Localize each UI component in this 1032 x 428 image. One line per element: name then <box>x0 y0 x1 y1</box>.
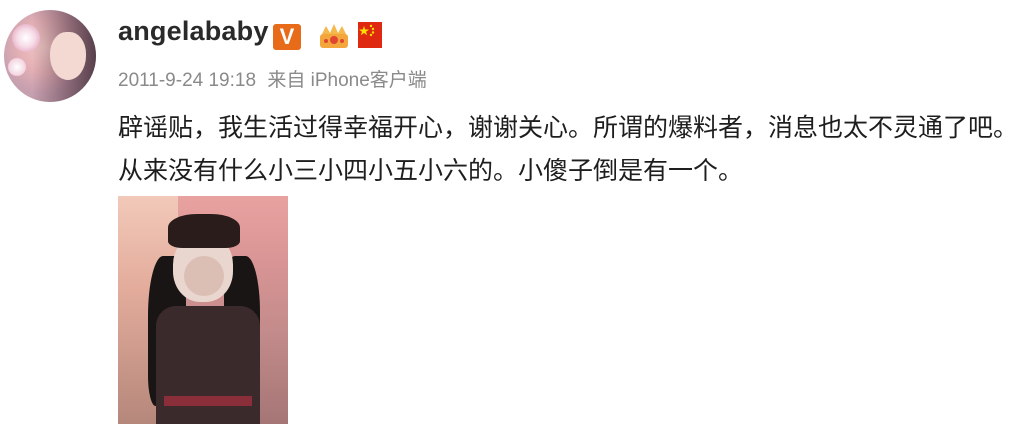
post-meta: 2011-9-24 19:18 来自 iPhone客户端 <box>118 65 433 92</box>
photo-face <box>184 256 224 296</box>
photo-belt <box>164 396 252 406</box>
photo-hat <box>168 214 240 248</box>
username-link[interactable]: angelababy <box>118 16 269 47</box>
flower-icon <box>12 24 40 52</box>
post-source[interactable]: 来自 iPhone客户端 <box>267 70 426 91</box>
avatar-face <box>50 32 86 80</box>
photo-body <box>156 306 260 424</box>
avatar[interactable] <box>4 10 96 102</box>
post-photo[interactable] <box>118 196 288 424</box>
post-text: 辟谣贴，我生活过得幸福开心，谢谢关心。所谓的爆料者，消息也太不灵通了吧。从来没有… <box>118 113 1019 185</box>
flower-icon <box>6 56 28 78</box>
verified-badge-icon: V <box>273 24 301 50</box>
post-timestamp[interactable]: 2011-9-24 19:18 <box>118 70 256 91</box>
china-flag-icon <box>358 22 382 48</box>
crown-icon <box>320 24 348 48</box>
